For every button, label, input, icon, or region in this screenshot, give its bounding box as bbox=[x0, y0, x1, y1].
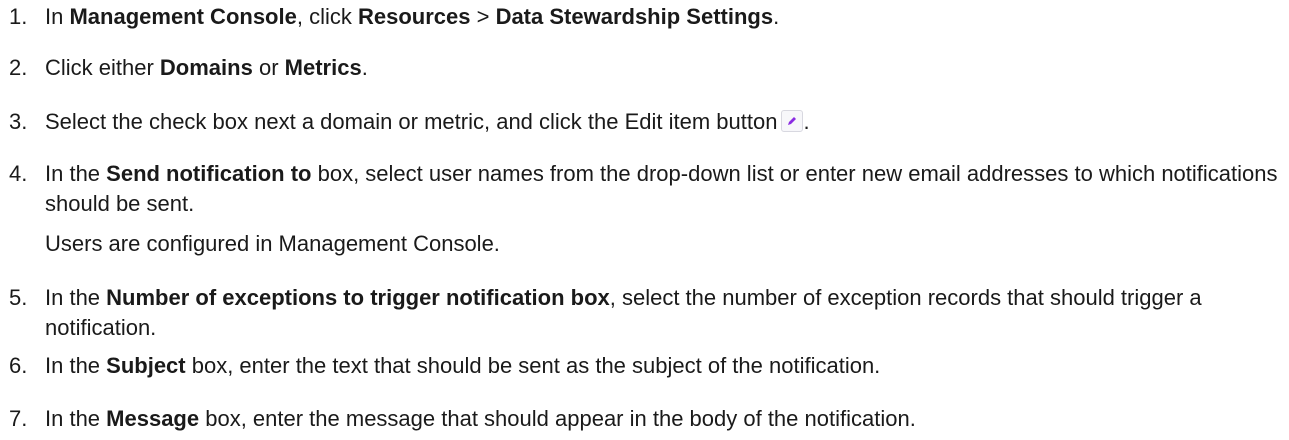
step-text: Select the check box next a domain or me… bbox=[45, 107, 1281, 137]
ui-term: Data Stewardship Settings bbox=[495, 4, 774, 29]
step-text: In Management Console, click Resources >… bbox=[45, 2, 1281, 32]
step-number: 3. bbox=[9, 109, 28, 134]
ui-term: Resources bbox=[357, 4, 471, 29]
step-number: 5. bbox=[9, 285, 28, 310]
ui-term: Message bbox=[106, 406, 200, 431]
ui-term: Domains bbox=[159, 55, 253, 80]
text-run: In bbox=[45, 4, 70, 29]
text-run: > bbox=[470, 4, 496, 29]
instruction-list: 1. In Management Console, click Resource… bbox=[0, 0, 1289, 440]
text-run: Select the check box next a domain or me… bbox=[45, 109, 778, 134]
ui-term: Send notification to bbox=[106, 161, 312, 186]
step-note: Users are configured in Management Conso… bbox=[45, 231, 500, 256]
text-run: . bbox=[803, 109, 810, 134]
step-number: 2. bbox=[9, 55, 28, 80]
text-run: In the bbox=[45, 161, 107, 186]
step-text: In the Send notification to box, select … bbox=[45, 159, 1281, 259]
text-run: In the bbox=[45, 353, 107, 378]
step-text: In the Message box, enter the message th… bbox=[45, 404, 1281, 434]
step-number: 6. bbox=[9, 353, 28, 378]
ui-term: Subject bbox=[106, 353, 186, 378]
step-number: 7. bbox=[9, 406, 28, 431]
ui-term: Management Console bbox=[69, 4, 297, 29]
ui-term: Number of exceptions to trigger notifica… bbox=[106, 285, 610, 310]
step-number: 4. bbox=[9, 161, 28, 186]
text-run: or bbox=[252, 55, 285, 80]
step-number: 1. bbox=[9, 4, 28, 29]
ui-term: Metrics bbox=[284, 55, 362, 80]
text-run: Click either bbox=[45, 55, 160, 80]
step-text: In the Subject box, enter the text that … bbox=[45, 351, 1281, 381]
text-run: box, enter the text that should be sent … bbox=[185, 353, 881, 378]
text-run: box, enter the message that should appea… bbox=[199, 406, 916, 431]
text-run: In the bbox=[45, 406, 107, 431]
edit-pencil-icon bbox=[781, 110, 804, 132]
text-run: . bbox=[773, 4, 780, 29]
text-run: . bbox=[361, 55, 368, 80]
step-text: In the Number of exceptions to trigger n… bbox=[45, 283, 1281, 343]
text-run: In the bbox=[45, 285, 107, 310]
text-run: , click bbox=[296, 4, 358, 29]
step-text: Click either Domains or Metrics. bbox=[45, 53, 1281, 83]
